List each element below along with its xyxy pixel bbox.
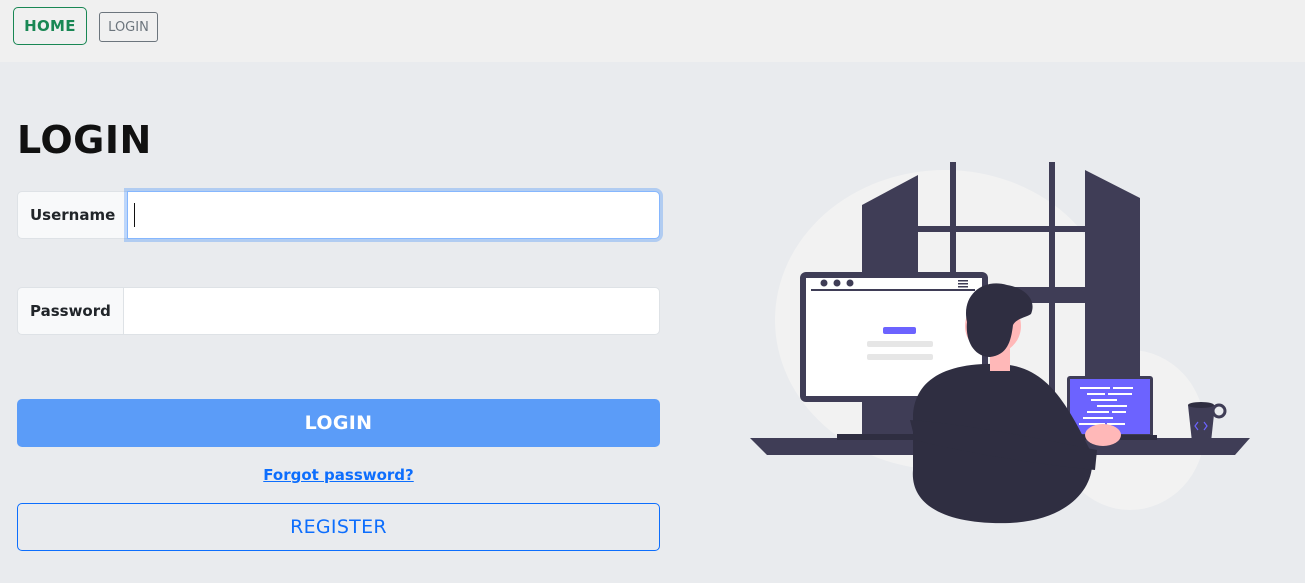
mug: [1188, 405, 1215, 442]
password-label: Password: [17, 287, 123, 335]
login-nav-button[interactable]: LOGIN: [99, 12, 158, 42]
register-button[interactable]: REGISTER: [17, 503, 660, 551]
working-at-computer-illustration: [750, 162, 1250, 524]
password-input[interactable]: [122, 287, 660, 335]
username-label: Username: [17, 191, 128, 239]
login-button[interactable]: LOGIN: [17, 399, 660, 447]
password-group: Password: [17, 287, 660, 335]
page-title: LOGIN: [17, 118, 152, 162]
forgot-password-link[interactable]: Forgot password?: [17, 466, 660, 484]
window-frame: [918, 226, 1085, 232]
username-input[interactable]: [127, 191, 660, 239]
home-button[interactable]: HOME: [13, 7, 87, 45]
top-navbar: HOME LOGIN: [0, 0, 1305, 62]
text-caret: [134, 203, 135, 227]
username-group: Username: [17, 191, 660, 239]
